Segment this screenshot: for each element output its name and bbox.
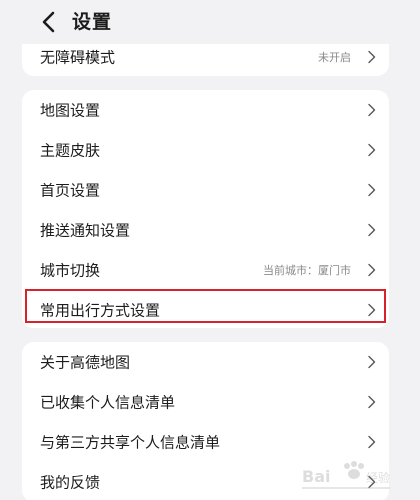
header-bar: 设置 bbox=[0, 0, 420, 44]
settings-item-label: 城市切换 bbox=[40, 261, 101, 280]
settings-item-label: 推送通知设置 bbox=[40, 221, 131, 240]
chevron-right-icon bbox=[367, 143, 377, 157]
chevron-right-icon bbox=[367, 355, 377, 369]
settings-item-travel-mode[interactable]: 常用出行方式设置 bbox=[22, 290, 389, 328]
settings-group-general: 地图设置 主题皮肤 首页设置 推送通知设置 城市切换 当前城市：厦门市 常用出行… bbox=[22, 90, 389, 328]
settings-item-label: 与第三方共享个人信息清单 bbox=[40, 433, 221, 452]
settings-item-label: 关于高德地图 bbox=[40, 353, 131, 372]
settings-item-label: 主题皮肤 bbox=[40, 141, 101, 160]
settings-item-map-settings[interactable]: 地图设置 bbox=[22, 90, 389, 130]
chevron-right-icon bbox=[367, 395, 377, 409]
settings-item-label: 常用出行方式设置 bbox=[40, 301, 161, 320]
chevron-right-icon bbox=[367, 50, 377, 64]
settings-item-about[interactable]: 关于高德地图 bbox=[22, 342, 389, 382]
settings-item-city-switch[interactable]: 城市切换 当前城市：厦门市 bbox=[22, 250, 389, 290]
settings-item-label: 地图设置 bbox=[40, 101, 101, 120]
chevron-right-icon bbox=[367, 103, 377, 117]
settings-item-value: 未开启 bbox=[318, 51, 351, 64]
settings-item-label: 我的反馈 bbox=[40, 473, 101, 492]
settings-item-label: 首页设置 bbox=[40, 181, 101, 200]
settings-item-push-notifications[interactable]: 推送通知设置 bbox=[22, 210, 389, 250]
back-arrow-icon[interactable] bbox=[38, 10, 62, 34]
chevron-right-icon bbox=[367, 435, 377, 449]
chevron-right-icon bbox=[367, 263, 377, 277]
settings-item-label: 无障碍模式 bbox=[40, 48, 116, 67]
chevron-right-icon bbox=[367, 183, 377, 197]
settings-item-label: 已收集个人信息清单 bbox=[40, 393, 176, 412]
settings-page: 设置 无障碍模式 未开启 地图设置 主题皮肤 首页设置 推送通知设置 城市切换 … bbox=[0, 0, 420, 500]
page-title: 设置 bbox=[72, 11, 113, 33]
settings-item-value: 当前城市：厦门市 bbox=[263, 264, 351, 277]
svg-text:Bai: Bai bbox=[302, 467, 330, 486]
settings-item-collected-info[interactable]: 已收集个人信息清单 bbox=[22, 382, 389, 422]
chevron-right-icon bbox=[367, 223, 377, 237]
svg-text:经验: 经验 bbox=[366, 470, 390, 485]
settings-item-home-settings[interactable]: 首页设置 bbox=[22, 170, 389, 210]
chevron-right-icon bbox=[367, 303, 377, 317]
baidu-jingyan-watermark: Bai 经验 bbox=[300, 456, 394, 492]
settings-item-theme-skin[interactable]: 主题皮肤 bbox=[22, 130, 389, 170]
